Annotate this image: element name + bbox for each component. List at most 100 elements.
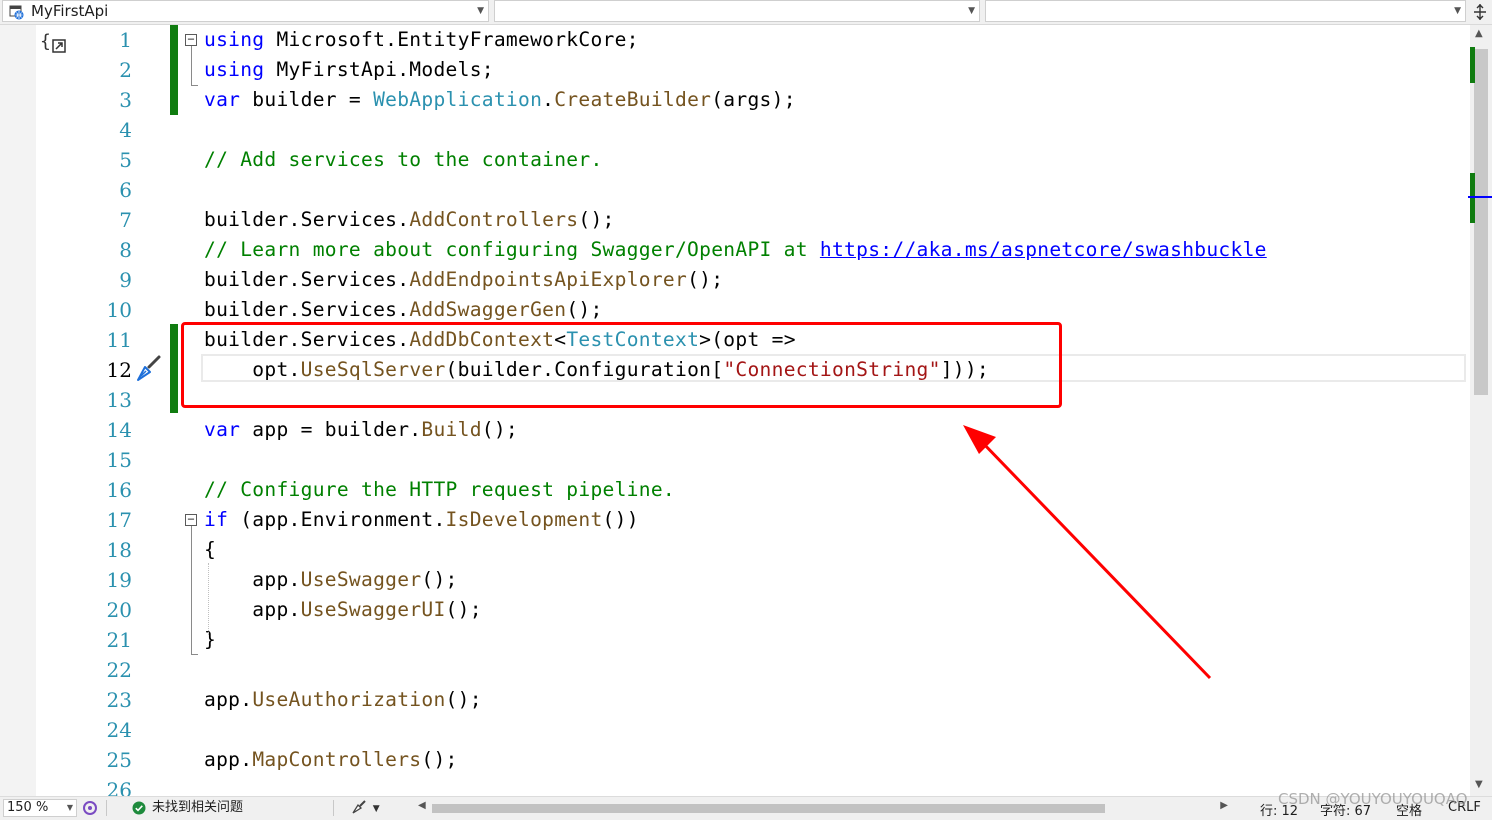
code-line[interactable]: 20 app.UseSwaggerUI(); (0, 595, 1470, 625)
code-token: // Configure the HTTP request pipeline. (204, 478, 675, 501)
code-line[interactable]: 14 var app = builder.Build(); (0, 415, 1470, 445)
code-editor[interactable]: { 1 using Microsoft.EntityFrameworkCore; 2… (0, 25, 1470, 796)
type-dropdown[interactable]: ▼ (494, 0, 980, 22)
code-line[interactable]: 16 // Configure the HTTP request pipeline… (0, 475, 1470, 505)
code-text: // Learn more about configuring Swagger/… (204, 235, 1267, 265)
collapse-icon[interactable]: − (185, 513, 197, 526)
split-window-icon[interactable] (1469, 1, 1491, 23)
project-name: MyFirstApi (31, 2, 109, 20)
scroll-right-icon[interactable]: ▶ (1220, 800, 1228, 811)
code-text: app.UseAuthorization(); (204, 685, 482, 715)
line-number: 7 (119, 208, 132, 232)
chevron-down-icon: ▼ (1454, 6, 1461, 16)
scroll-down-icon[interactable]: ▼ (1475, 779, 1483, 790)
code-line[interactable]: 25 app.MapControllers(); (0, 745, 1470, 775)
code-token: AddControllers (409, 208, 579, 231)
code-line[interactable]: 6 (0, 175, 1470, 205)
code-line[interactable]: 22 (0, 655, 1470, 685)
code-line[interactable]: 26 (0, 775, 1470, 796)
code-line[interactable]: 8 // Learn more about configuring Swagger… (0, 235, 1470, 265)
code-token: app = builder. (240, 418, 422, 441)
line-number: 6 (119, 178, 132, 202)
line-number: 16 (106, 478, 132, 502)
line-number: 20 (106, 598, 132, 622)
code-line[interactable]: 2 using MyFirstApi.Models; (0, 55, 1470, 85)
status-bar: 150 % ▼ 未找到相关问题 ▼ ◀ ▶ 行: 12 字符: 67 空格 CR… (0, 796, 1492, 820)
code-line[interactable]: 9 builder.Services.AddEndpointsApiExplore… (0, 265, 1470, 295)
code-text: var app = builder.Build(); (204, 415, 518, 445)
code-line[interactable]: 18 { (0, 535, 1470, 565)
check-circle-icon[interactable] (132, 801, 146, 815)
line-number: 8 (119, 238, 132, 262)
code-line[interactable]: 5 // Add services to the container. (0, 145, 1470, 175)
collapse-icon[interactable]: − (185, 33, 197, 46)
line-number: 1 (119, 28, 132, 52)
code-cleanup-icon[interactable]: ▼ (350, 799, 382, 817)
csharp-project-icon (9, 5, 24, 20)
code-token: builder.Services. (204, 208, 410, 231)
line-number: 2 (119, 58, 132, 82)
code-token: (); (578, 208, 615, 231)
highlight-annotation-box (181, 322, 1062, 408)
intellicode-icon[interactable] (82, 800, 98, 816)
code-token: builder = (240, 88, 374, 111)
member-dropdown[interactable]: ▼ (985, 0, 1466, 22)
line-number: 19 (106, 568, 132, 592)
code-line[interactable]: 21} (0, 625, 1470, 655)
horizontal-scrollbar[interactable]: ◀ ▶ (418, 799, 1230, 817)
code-token: app. (204, 598, 301, 621)
fold-guide-end (191, 654, 198, 655)
line-number: 14 (106, 418, 132, 442)
code-token: MyFirstApi.Models; (264, 58, 494, 81)
code-token: WebApplication (373, 88, 543, 111)
code-token: using (204, 58, 265, 81)
code-token: var (204, 418, 241, 441)
code-link[interactable]: https://aka.ms/aspnetcore/swashbuckle (820, 238, 1267, 261)
code-line[interactable]: 3 var builder = WebApplication.CreateBuil… (0, 85, 1470, 115)
code-line[interactable]: 4 (0, 115, 1470, 145)
code-token: (); (421, 568, 458, 591)
fold-guide (191, 526, 192, 654)
code-text: app.UseSwaggerUI(); (204, 595, 482, 625)
code-token: CreateBuilder (554, 88, 712, 111)
separator (333, 800, 334, 816)
code-token: . (542, 88, 555, 111)
code-text: using Microsoft.EntityFrameworkCore; (204, 25, 639, 55)
code-token: app. (204, 688, 253, 711)
code-token: // Add services to the container. (204, 148, 603, 171)
code-line[interactable]: 10 builder.Services.AddSwaggerGen(); (0, 295, 1470, 325)
zoom-dropdown[interactable]: 150 % ▼ (3, 799, 77, 817)
line-number: 22 (106, 658, 132, 682)
code-text: app.MapControllers(); (204, 745, 458, 775)
caret-position-marker (1468, 196, 1492, 198)
line-number: 21 (106, 628, 132, 652)
code-text: builder.Services.AddControllers(); (204, 205, 615, 235)
code-line[interactable]: 1 using Microsoft.EntityFrameworkCore; (0, 25, 1470, 55)
code-text: { (204, 535, 216, 565)
code-token: app. (204, 748, 253, 771)
code-token: using (204, 28, 265, 51)
line-number: 4 (119, 118, 132, 142)
code-line[interactable]: 7 builder.Services.AddControllers(); (0, 205, 1470, 235)
line-number: 18 (106, 538, 132, 562)
code-line[interactable]: 15 (0, 445, 1470, 475)
code-token: IsDevelopment (445, 508, 603, 531)
code-token: // Learn more about configuring Swagger/… (204, 238, 820, 261)
code-line[interactable]: 17 if (app.Environment.IsDevelopment()) (0, 505, 1470, 535)
code-token: UseAuthorization (252, 688, 446, 711)
code-token: app. (204, 568, 301, 591)
code-token: (); (566, 298, 603, 321)
scroll-up-icon[interactable]: ▲ (1475, 28, 1483, 39)
issues-status[interactable]: 未找到相关问题 (152, 800, 243, 816)
scrollbar-thumb[interactable] (432, 804, 1105, 813)
code-line[interactable]: 19 app.UseSwagger(); (0, 565, 1470, 595)
scroll-left-icon[interactable]: ◀ (418, 800, 426, 811)
vertical-scrollbar[interactable]: ▲ ▼ (1468, 25, 1492, 796)
code-token: ()) (602, 508, 639, 531)
quick-action-brush-icon[interactable] (133, 354, 163, 384)
code-line[interactable]: 23 app.UseAuthorization(); (0, 685, 1470, 715)
code-line[interactable]: 24 (0, 715, 1470, 745)
project-dropdown[interactable]: MyFirstApi ▼ (2, 0, 489, 22)
scrollbar-thumb[interactable] (1474, 49, 1488, 395)
code-token: UseSwagger (300, 568, 422, 591)
